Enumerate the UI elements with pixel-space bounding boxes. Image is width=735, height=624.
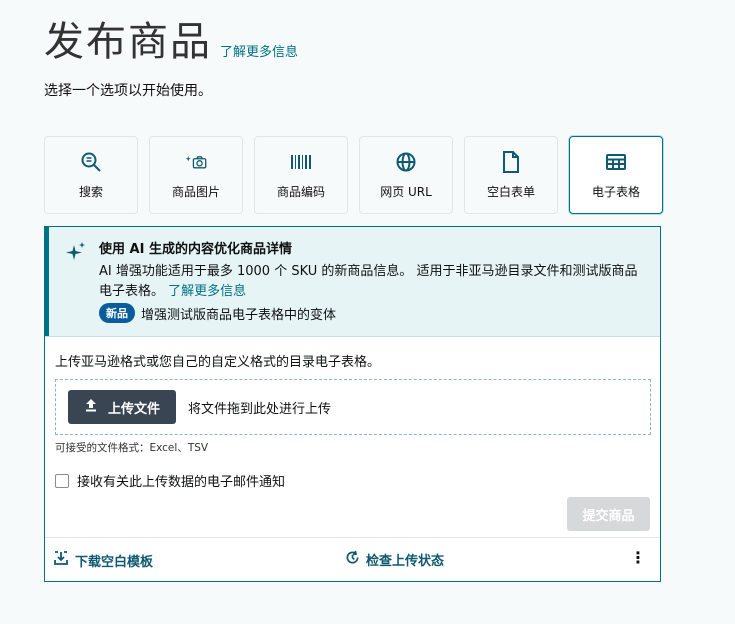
option-cards: 搜索 商品图片 商品编码 网页 URL 空白表单 电子表格 xyxy=(44,136,663,214)
ai-banner-description: AI 增强功能适用于最多 1000 个 SKU 的新商品信息。 适用于非亚马逊目… xyxy=(99,262,640,302)
panel-footer: 下载空白模板 检查上传状态 ⋮ xyxy=(45,537,660,581)
page-subtitle: 选择一个选项以开始使用。 xyxy=(44,83,212,99)
ai-banner-title: 使用 AI 生成的内容优化商品详情 xyxy=(99,242,292,257)
upload-file-button[interactable]: 上传文件 xyxy=(68,390,176,424)
learn-more-link[interactable]: 了解更多信息 xyxy=(220,41,298,60)
option-label: 空白表单 xyxy=(486,184,535,199)
spreadsheet-panel: 使用 AI 生成的内容优化商品详情 AI 增强功能适用于最多 1000 个 SK… xyxy=(44,226,661,582)
download-template-link[interactable]: 下载空白模板 xyxy=(53,550,153,570)
option-label: 商品编码 xyxy=(276,184,325,199)
spreadsheet-icon xyxy=(605,151,627,173)
barcode-icon xyxy=(290,151,312,173)
option-label: 网页 URL xyxy=(380,184,432,199)
camera-sparkle-icon xyxy=(185,151,207,173)
submit-products-button[interactable]: 提交商品 xyxy=(567,497,650,531)
email-notify-checkbox[interactable] xyxy=(55,473,69,488)
option-web-url[interactable]: 网页 URL xyxy=(359,136,453,214)
option-label: 搜索 xyxy=(78,184,103,199)
option-spreadsheet[interactable]: 电子表格 xyxy=(569,136,663,214)
page-title: 发布商品 xyxy=(44,19,212,65)
upload-intro: 上传亚马逊格式或您自己的自定义格式的目录电子表格。 xyxy=(55,355,381,370)
option-product-code[interactable]: 商品编码 xyxy=(254,136,348,214)
download-icon xyxy=(53,550,69,570)
more-options-icon[interactable]: ⋮ xyxy=(630,550,646,566)
accepted-formats: 可接受的文件格式：Excel、TSV xyxy=(55,442,209,454)
document-icon xyxy=(500,150,522,173)
ai-banner: 使用 AI 生成的内容优化商品详情 AI 增强功能适用于最多 1000 个 SK… xyxy=(45,227,660,337)
page-header: 发布商品 了解更多信息 xyxy=(44,18,298,66)
new-feature-text: 增强测试版商品电子表格中的变体 xyxy=(141,307,337,323)
upload-icon xyxy=(84,398,98,416)
file-dropzone[interactable]: 上传文件 将文件拖到此处进行上传 xyxy=(55,379,651,435)
download-template-label: 下载空白模板 xyxy=(75,554,154,570)
check-upload-status-link[interactable]: 检查上传状态 xyxy=(345,550,444,569)
upload-button-label: 上传文件 xyxy=(107,401,160,417)
refresh-icon xyxy=(345,550,360,569)
globe-icon xyxy=(395,151,417,173)
search-icon xyxy=(80,151,102,173)
option-product-image[interactable]: 商品图片 xyxy=(149,136,243,214)
check-upload-status-label: 检查上传状态 xyxy=(366,554,445,569)
ai-learn-more-link[interactable]: 了解更多信息 xyxy=(168,284,246,299)
sparkle-icon xyxy=(65,241,87,267)
email-notify-label: 接收有关此上传数据的电子邮件通知 xyxy=(77,475,286,490)
option-label: 电子表格 xyxy=(591,184,640,199)
drop-text: 将文件拖到此处进行上传 xyxy=(188,401,332,417)
option-search[interactable]: 搜索 xyxy=(44,136,138,214)
option-blank-form[interactable]: 空白表单 xyxy=(464,136,558,214)
email-notify-row: 接收有关此上传数据的电子邮件通知 xyxy=(55,471,285,490)
new-badge: 新品 xyxy=(99,303,135,323)
ai-new-row: 新品 增强测试版商品电子表格中的变体 xyxy=(99,303,640,323)
option-label: 商品图片 xyxy=(171,184,220,199)
